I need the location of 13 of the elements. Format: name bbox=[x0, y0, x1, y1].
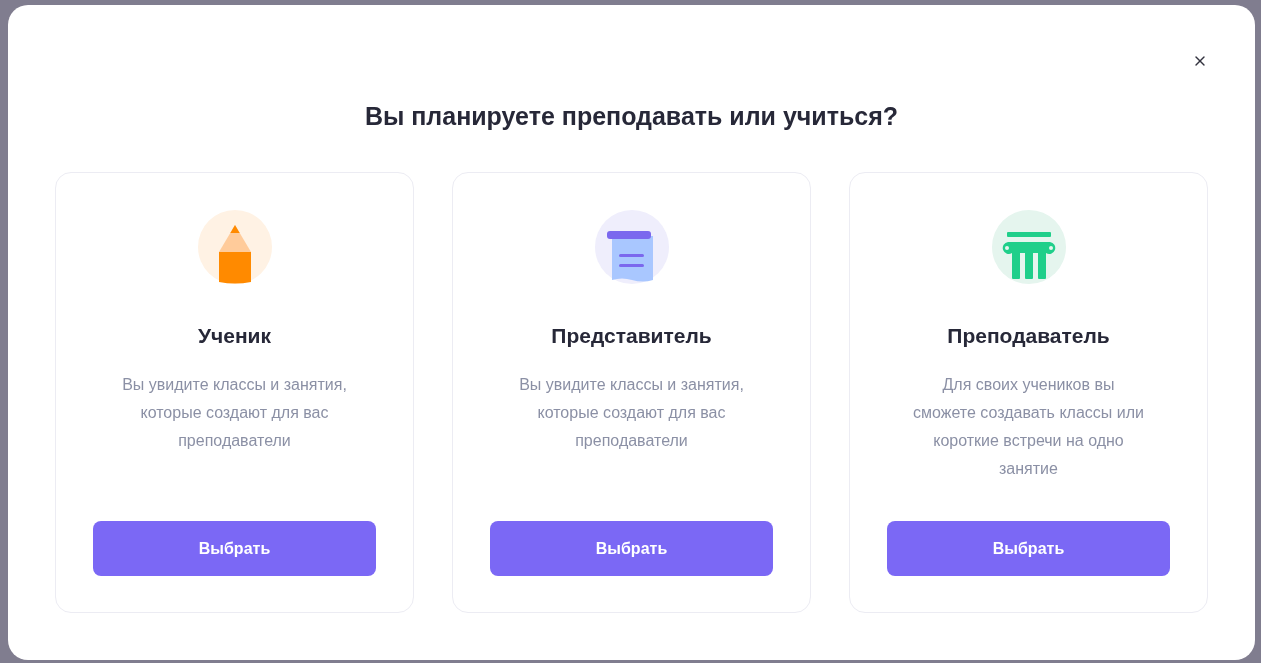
dialog-title: Вы планируете преподавать или учиться? bbox=[364, 101, 899, 132]
column-icon bbox=[991, 210, 1066, 284]
role-description: Вы увидите классы и занятия, которые создают для вас преподаватели bbox=[122, 375, 347, 451]
role-description: Для своих учеников вы сможете создавать классы или короткие встречи на одно занятие bbox=[913, 375, 1144, 479]
select-button[interactable]: Выбрать bbox=[490, 521, 773, 576]
role-description: Вы увидите классы и занятия, которые создают для вас преподаватели bbox=[519, 375, 744, 451]
select-button[interactable]: Выбрать bbox=[93, 521, 376, 576]
select-button[interactable]: Выбрать bbox=[887, 521, 1170, 576]
pencil-icon bbox=[197, 210, 272, 284]
role-title: Ученик bbox=[197, 323, 271, 349]
role-title: Представитель bbox=[551, 323, 712, 349]
role-title: Преподаватель bbox=[947, 323, 1110, 349]
document-icon bbox=[594, 210, 669, 284]
